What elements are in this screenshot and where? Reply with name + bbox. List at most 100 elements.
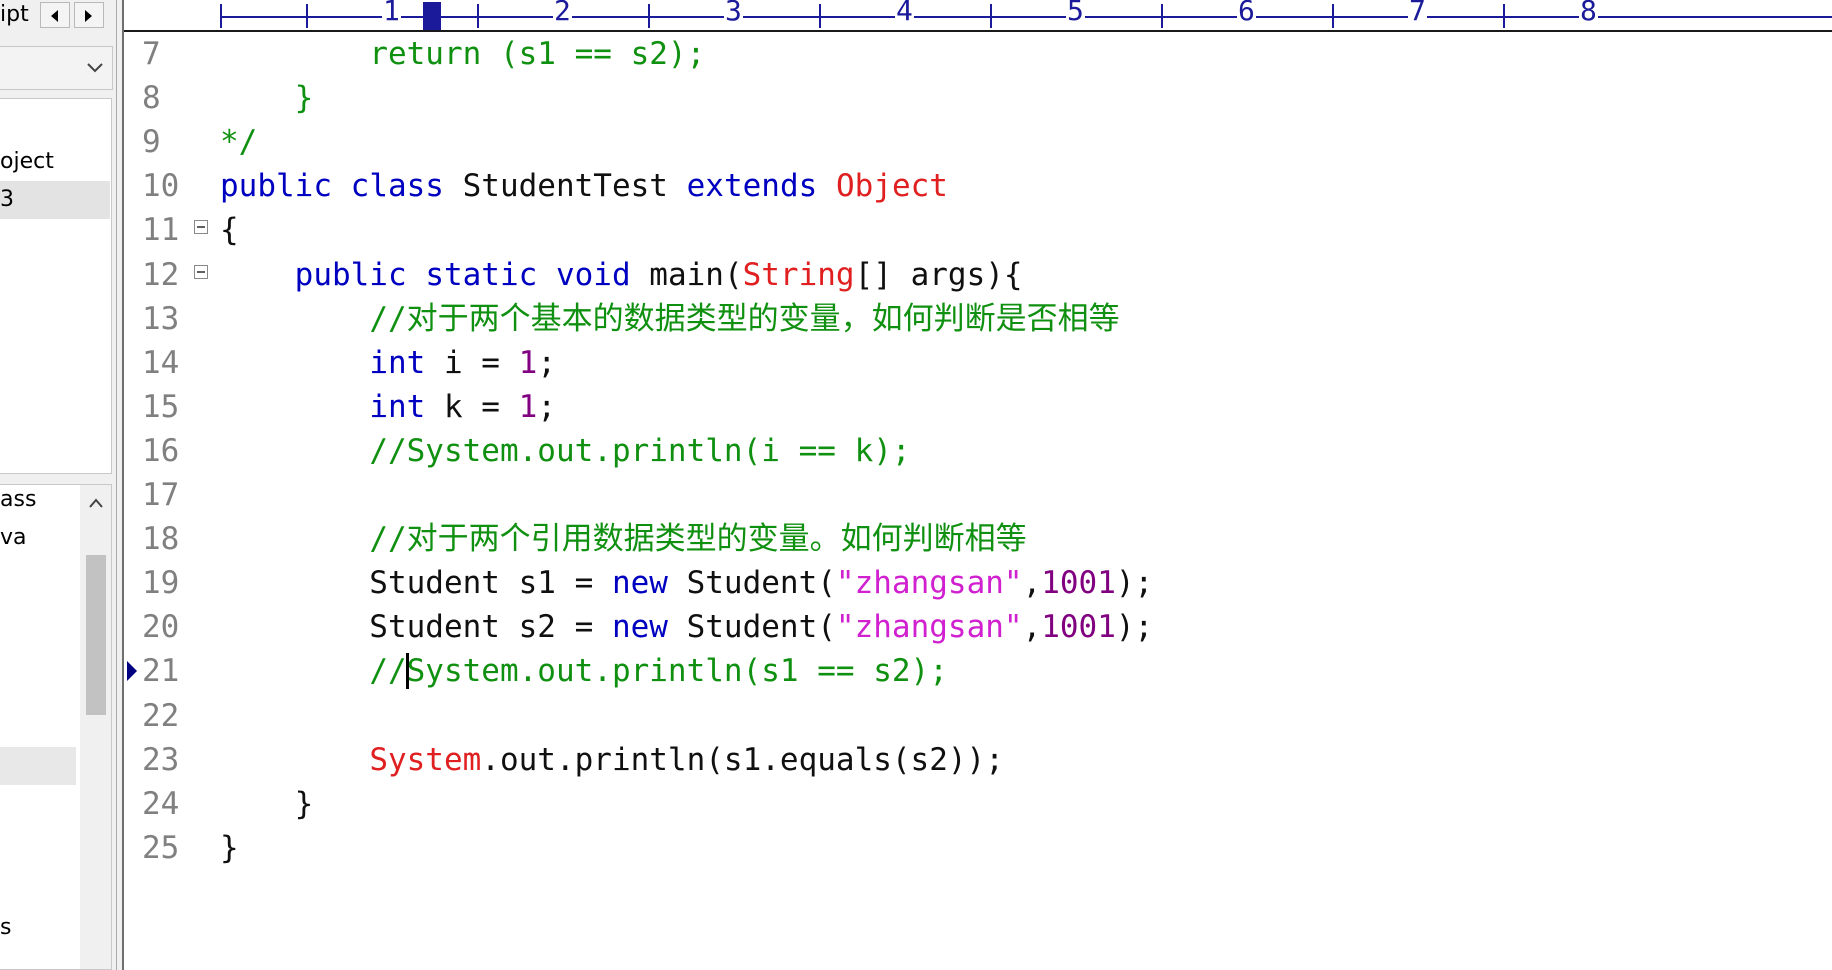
code-token: StudentTest: [443, 168, 687, 205]
code-token: public: [294, 256, 407, 293]
code-text: int k = 1;: [220, 385, 556, 429]
code-token: "zhangsan": [835, 609, 1023, 646]
line-number: 24: [142, 785, 180, 822]
code-token: new: [611, 609, 668, 646]
code-token: String: [742, 256, 855, 293]
file-item[interactable]: ass: [0, 481, 36, 519]
scrollbar-thumb[interactable]: [86, 555, 106, 715]
ruler-number: 7: [1408, 0, 1427, 27]
code-token: "zhangsan": [835, 565, 1023, 602]
code-line[interactable]: 13 //对于两个基本的数据类型的变量，如何判断是否相等: [124, 297, 1832, 341]
code-text: //System.out.println(i == k);: [220, 429, 911, 473]
code-line[interactable]: 16 //System.out.println(i == k);: [124, 429, 1832, 473]
tab-scroll-left-button[interactable]: [40, 2, 70, 28]
line-number: 23: [142, 741, 180, 778]
bookmark-arrow-icon: [127, 661, 137, 682]
ruler-number: 8: [1579, 0, 1598, 27]
tab-scroll-right-button[interactable]: [74, 2, 104, 28]
ruler-number: 5: [1066, 0, 1085, 27]
code-token: static: [425, 256, 538, 293]
line-number: 15: [142, 388, 180, 425]
file-list-scrollbar[interactable]: [80, 485, 111, 969]
code-token: );: [1115, 565, 1154, 602]
code-line[interactable]: 15 int k = 1;: [124, 385, 1832, 429]
ruler-number: 4: [895, 0, 914, 27]
ruler-tick: [818, 4, 821, 28]
chevron-up-icon[interactable]: [88, 497, 104, 509]
code-line[interactable]: 8 }: [124, 76, 1832, 120]
triangle-left-icon: [51, 10, 58, 22]
code-line[interactable]: 10 public class StudentTest extends Objec…: [124, 164, 1832, 208]
code-line[interactable]: 18 //对于两个引用数据类型的变量。如何判断相等: [124, 517, 1832, 561]
code-line[interactable]: 11 {: [124, 208, 1832, 252]
line-number: 20: [142, 609, 180, 646]
file-item[interactable]: s: [0, 909, 11, 947]
code-line[interactable]: 14 int i = 1;: [124, 341, 1832, 385]
code-line[interactable]: 19 Student s1 = new Student("zhangsan",1…: [124, 561, 1832, 605]
ruler-number: 3: [724, 0, 743, 27]
code-token: //System.out.println(i == k);: [369, 432, 911, 469]
code-text: public static void main(String[] args){: [220, 253, 1023, 297]
code-editor[interactable]: 12345678 7 return (s1 == s2); 8 } 9 */10 pub…: [124, 0, 1832, 970]
code-line[interactable]: 23 System.out.println(s1.equals(s2));: [124, 738, 1832, 782]
code-token: System: [369, 741, 482, 778]
code-token: //对于两个引用数据类型的变量。如何判断相等: [369, 521, 1027, 558]
code-text: Student s2 = new Student("zhangsan",1001…: [220, 605, 1153, 649]
code-area[interactable]: 7 return (s1 == s2); 8 } 9 */ 10 public class…: [124, 32, 1832, 970]
ruler-cursor-marker: [423, 2, 441, 30]
file-item[interactable]: va: [0, 519, 27, 557]
code-text: public class StudentTest extends Object: [220, 164, 948, 208]
code-token: Student s2 =: [220, 609, 612, 646]
triangle-right-icon: [85, 10, 92, 22]
line-number: 12: [142, 256, 180, 293]
code-token: ;: [537, 388, 556, 425]
ruler-tick: [305, 4, 308, 28]
code-token: Student s1 =: [220, 565, 612, 602]
code-token: [] args){: [854, 256, 1023, 293]
code-line[interactable]: 9 */: [124, 120, 1832, 164]
line-number: 10: [142, 168, 180, 205]
code-line[interactable]: 22: [124, 694, 1832, 738]
text-caret: [406, 653, 409, 690]
code-token: ,: [1022, 565, 1042, 602]
code-line[interactable]: 25}: [124, 826, 1832, 870]
code-line[interactable]: 20 Student s2 = new Student("zhangsan",1…: [124, 605, 1832, 649]
code-token: Student(: [667, 609, 836, 646]
line-number: 21: [142, 653, 180, 690]
code-text: }: [220, 782, 314, 826]
tree-item[interactable]: oject: [0, 143, 54, 181]
chevron-down-icon: [87, 63, 103, 73]
code-token: class: [350, 168, 444, 205]
code-token: ,: [1022, 609, 1042, 646]
fold-minus-icon[interactable]: [194, 264, 208, 279]
code-line[interactable]: 24 }: [124, 782, 1832, 826]
code-token: 1: [518, 388, 538, 425]
panel-splitter[interactable]: [116, 0, 124, 970]
code-token: return (s1 == s2);: [369, 36, 706, 72]
project-dropdown[interactable]: [0, 46, 113, 90]
code-line[interactable]: 7 return (s1 == s2);: [124, 32, 1832, 76]
fold-minus-icon[interactable]: [194, 220, 208, 235]
tree-item-selected[interactable]: 3: [0, 181, 110, 219]
code-token: Object: [835, 168, 948, 205]
file-item-selected[interactable]: [0, 747, 76, 785]
code-line[interactable]: 21 //System.out.println(s1 == s2);: [124, 649, 1832, 693]
code-text: Student s1 = new Student("zhangsan",1001…: [220, 561, 1153, 605]
code-line[interactable]: 17: [124, 473, 1832, 517]
code-token: main(: [630, 256, 743, 293]
code-line[interactable]: 12 public static void main(String[] args…: [124, 253, 1832, 297]
line-number: 13: [142, 300, 180, 337]
panel-tab-label[interactable]: ipt: [0, 0, 29, 30]
code-token: int: [369, 388, 426, 425]
line-number: 19: [142, 565, 180, 602]
ruler-number: 2: [553, 0, 572, 27]
